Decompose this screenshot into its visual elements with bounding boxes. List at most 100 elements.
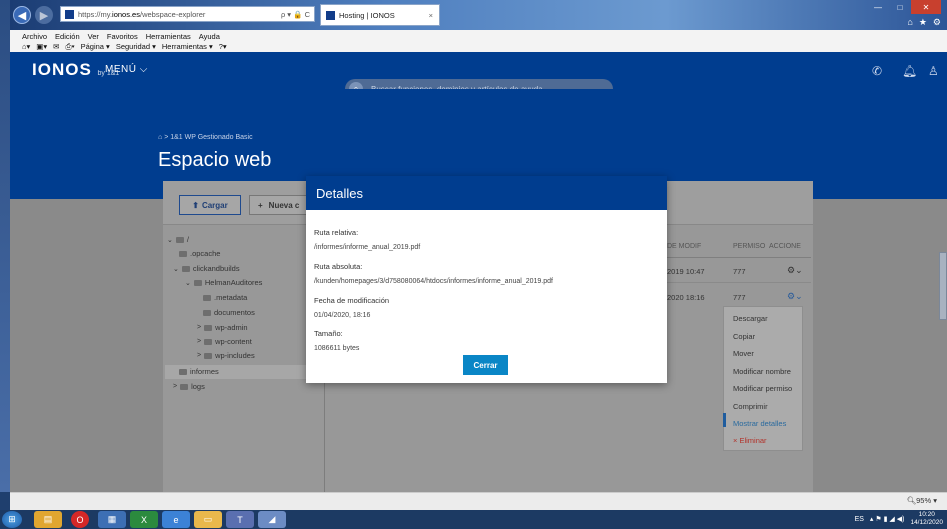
minimize-button[interactable]: — bbox=[867, 0, 889, 14]
folder-icon bbox=[180, 383, 189, 390]
new-folder-label: Nueva c bbox=[268, 200, 300, 210]
tree-item-root[interactable]: ⌄ / bbox=[167, 235, 189, 244]
window-controls: — □ ✕ bbox=[867, 0, 941, 14]
menu-item-descargar[interactable]: Descargar bbox=[733, 314, 768, 323]
toolbar-mail-icon[interactable]: ✉ bbox=[53, 42, 59, 52]
menu-edicion[interactable]: Edición bbox=[55, 32, 80, 41]
settings-gear-icon[interactable]: ⚙ bbox=[933, 17, 941, 28]
system-tray: ES ▴ ⚑ ▮ ◢ ◀) 10:20 14/12/2020 bbox=[855, 511, 943, 527]
toolbar-tools[interactable]: Herramientas ▾ bbox=[162, 42, 213, 52]
tree-item-metadata[interactable]: .metadata bbox=[203, 293, 247, 302]
close-window-button[interactable]: ✕ bbox=[911, 0, 941, 14]
tree-item-informes[interactable]: informes bbox=[179, 367, 219, 376]
tree-item-logs[interactable]: > logs bbox=[173, 382, 205, 391]
clock[interactable]: 10:20 14/12/2020 bbox=[910, 511, 943, 527]
toolbar-feeds-icon[interactable]: ▣▾ bbox=[36, 42, 47, 52]
internet-explorer-icon[interactable]: e bbox=[162, 511, 190, 528]
tree-item-label: logs bbox=[191, 382, 205, 391]
size-label: Tamaño: bbox=[314, 329, 343, 338]
breadcrumb-home-icon[interactable]: ⌂ bbox=[158, 134, 162, 141]
clock-date: 14/12/2020 bbox=[910, 519, 943, 526]
menu-ver[interactable]: Ver bbox=[88, 32, 99, 41]
tree-item-opcache[interactable]: .opcache bbox=[179, 249, 220, 258]
file-explorer-icon[interactable]: ▤ bbox=[34, 511, 62, 528]
row1-date: 2019 10:47 bbox=[667, 267, 705, 276]
toolbar-help-icon[interactable]: ?▾ bbox=[219, 42, 227, 52]
excel-icon[interactable]: X bbox=[130, 511, 158, 528]
forward-button[interactable]: ▶ bbox=[35, 6, 53, 24]
menu-archivo[interactable]: Archivo bbox=[22, 32, 47, 41]
column-header-permission[interactable]: PERMISO bbox=[733, 243, 765, 250]
tray-icons[interactable]: ▴ ⚑ ▮ ◢ ◀) bbox=[870, 515, 905, 523]
folder-icon bbox=[193, 279, 202, 286]
tree-item-label: wp-includes bbox=[215, 351, 255, 360]
tab-close-icon[interactable]: × bbox=[429, 11, 433, 20]
new-folder-button[interactable]: + Nueva c bbox=[249, 195, 309, 215]
notifications-bell-icon[interactable]: 🔔︎ bbox=[902, 64, 917, 78]
start-button-icon[interactable]: ⊞ bbox=[2, 511, 22, 528]
opera-icon[interactable]: O bbox=[71, 511, 89, 528]
column-header-date[interactable]: DE MODIF bbox=[667, 243, 701, 250]
language-indicator[interactable]: ES bbox=[855, 516, 864, 523]
tree-item-wp-content[interactable]: > wp-content bbox=[197, 337, 252, 346]
site-favicon bbox=[65, 9, 74, 19]
tree-item-wp-admin[interactable]: > wp-admin bbox=[197, 323, 248, 332]
menu-ayuda[interactable]: Ayuda bbox=[199, 32, 220, 41]
chevron-icon: > bbox=[197, 338, 202, 345]
breadcrumb-text[interactable]: > 1&1 WP Gestionado Basic bbox=[164, 134, 252, 141]
folder-icon bbox=[204, 338, 213, 345]
tree-item-label: .metadata bbox=[214, 293, 248, 302]
logo-text: IONOS bbox=[32, 60, 92, 79]
upload-icon: ⬆ bbox=[192, 200, 199, 210]
menu-button[interactable]: MENÚ ⌵ bbox=[105, 64, 148, 75]
toolbar-page[interactable]: Página ▾ bbox=[81, 42, 110, 52]
actions-context-menu: Descargar Copiar Mover Modificar nombre … bbox=[723, 306, 803, 451]
toolbar-security[interactable]: Seguridad ▾ bbox=[116, 42, 156, 52]
menu-item-modificar-permiso[interactable]: Modificar permiso bbox=[733, 384, 792, 393]
row1-actions-gear-icon[interactable]: ⚙⌄ bbox=[787, 265, 803, 276]
toolbar-home-icon[interactable]: ⌂▾ bbox=[22, 42, 30, 52]
folder-app-icon[interactable]: ▭ bbox=[194, 511, 222, 528]
folder-icon bbox=[175, 236, 184, 243]
page-title: Espacio web bbox=[158, 149, 272, 171]
tree-item-wp-includes[interactable]: > wp-includes bbox=[197, 351, 255, 360]
tree-item-label: wp-admin bbox=[215, 323, 248, 332]
menu-favoritos[interactable]: Favoritos bbox=[107, 32, 138, 41]
modified-date-value: 01/04/2020, 18:16 bbox=[314, 312, 371, 319]
maximize-button[interactable]: □ bbox=[889, 0, 911, 14]
menu-item-eliminar[interactable]: × Eliminar bbox=[733, 436, 767, 445]
close-dialog-button[interactable]: Cerrar bbox=[463, 355, 508, 375]
zoom-level[interactable]: 🔍︎95% ▾ bbox=[907, 496, 937, 505]
menu-herramientas[interactable]: Herramientas bbox=[146, 32, 191, 41]
address-controls[interactable]: ρ ▾ 🔒 C bbox=[281, 10, 310, 19]
row2-actions-gear-icon[interactable]: ⚙⌄ bbox=[787, 291, 803, 302]
menu-item-mostrar-detalles[interactable]: Mostrar detalles bbox=[733, 419, 786, 428]
home-icon[interactable]: ⌂ bbox=[907, 17, 912, 28]
tree-item-documentos[interactable]: documentos bbox=[203, 308, 255, 317]
menu-item-modificar-nombre[interactable]: Modificar nombre bbox=[733, 367, 791, 376]
row1-permission: 777 bbox=[733, 267, 746, 276]
app-icon[interactable]: ◢ bbox=[258, 511, 286, 528]
phone-icon[interactable]: ✆ bbox=[872, 64, 882, 78]
chevron-icon: > bbox=[197, 352, 202, 359]
table-divider bbox=[663, 282, 811, 283]
teams-icon[interactable]: T bbox=[226, 511, 254, 528]
menu-item-comprimir[interactable]: Comprimir bbox=[733, 402, 768, 411]
toolbar-print-icon[interactable]: ⎙▾ bbox=[65, 42, 74, 52]
favorites-star-icon[interactable]: ★ bbox=[919, 17, 927, 28]
tree-item-label: documentos bbox=[214, 308, 255, 317]
upload-button[interactable]: ⬆ Cargar bbox=[179, 195, 241, 215]
address-bar[interactable]: https://my. ionos.es/webspace-explorer ρ … bbox=[60, 6, 315, 22]
tree-item-label: / bbox=[186, 235, 189, 244]
menu-item-copiar[interactable]: Copiar bbox=[733, 332, 755, 341]
tree-item-clickandbuilds[interactable]: ⌄ clickandbuilds bbox=[173, 264, 240, 273]
size-value: 1086611 bytes bbox=[314, 345, 360, 352]
user-icon[interactable]: ♙ bbox=[928, 64, 939, 78]
document-app-icon[interactable]: ▦ bbox=[98, 511, 126, 528]
back-button[interactable]: ◀ bbox=[13, 6, 31, 24]
menu-item-mover[interactable]: Mover bbox=[733, 349, 754, 358]
tree-item-helmanauditores[interactable]: ⌄ HelmanAuditores bbox=[185, 278, 262, 287]
feedback-side-tab[interactable] bbox=[939, 252, 947, 320]
clock-time: 10:20 bbox=[918, 511, 935, 518]
browser-tab[interactable]: Hosting | IONOS × bbox=[320, 4, 440, 26]
